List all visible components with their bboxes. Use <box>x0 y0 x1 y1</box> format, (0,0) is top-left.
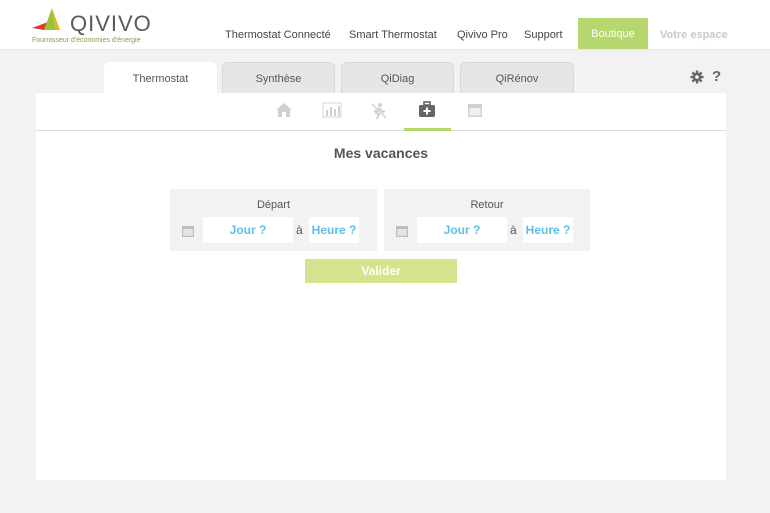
departure-separator: à <box>296 223 303 237</box>
tab-qidiag[interactable]: QiDiag <box>341 62 454 94</box>
help-icon[interactable]: ? <box>712 68 721 85</box>
logo[interactable]: QIVIVO Fournisseur d'économies d'énergie <box>30 4 160 46</box>
header: QIVIVO Fournisseur d'économies d'énergie… <box>0 0 770 50</box>
calendar-icon[interactable] <box>467 102 483 123</box>
return-day-field[interactable]: Jour ? <box>417 217 507 243</box>
return-separator: à <box>510 223 517 237</box>
nav-smart-thermostat[interactable]: Smart Thermostat <box>349 29 437 41</box>
gear-icon[interactable] <box>690 70 704 89</box>
nav-thermostat-connecte[interactable]: Thermostat Connecté <box>225 29 331 41</box>
section-title: Mes vacances <box>333 145 429 161</box>
tab-qirenov[interactable]: QiRénov <box>460 62 574 94</box>
main-panel: Mes vacances Départ Jour ? à Heure ? Ret… <box>36 93 726 480</box>
logo-tagline: Fournisseur d'économies d'énergie <box>32 37 141 44</box>
nav-boutique-button[interactable]: Boutique <box>578 18 648 49</box>
chart-icon[interactable] <box>322 102 342 123</box>
away-icon[interactable] <box>370 102 388 125</box>
nav-support[interactable]: Support <box>524 29 563 41</box>
departure-box: Départ Jour ? à Heure ? <box>170 189 377 251</box>
return-label: Retour <box>470 199 504 211</box>
departure-label: Départ <box>256 199 291 211</box>
departure-hour-field[interactable]: Heure ? <box>309 217 359 243</box>
home-icon[interactable] <box>275 102 293 123</box>
nav-qivivo-pro[interactable]: Qivivo Pro <box>457 29 508 41</box>
nav-votre-espace[interactable]: Votre espace <box>660 29 728 41</box>
tab-synthese[interactable]: Synthèse <box>222 62 335 94</box>
active-subnav-indicator <box>404 128 451 131</box>
calendar-icon[interactable] <box>182 224 194 242</box>
calendar-icon[interactable] <box>396 224 408 242</box>
logo-mark-icon <box>32 8 60 30</box>
logo-wordmark: QIVIVO <box>70 11 152 36</box>
departure-day-field[interactable]: Jour ? <box>203 217 293 243</box>
subnav <box>36 93 726 131</box>
return-hour-field[interactable]: Heure ? <box>523 217 573 243</box>
suitcase-icon[interactable] <box>418 101 436 123</box>
return-box: Retour Jour ? à Heure ? <box>384 189 590 251</box>
validate-button[interactable]: Valider <box>305 259 457 283</box>
tab-thermostat[interactable]: Thermostat <box>104 62 217 95</box>
